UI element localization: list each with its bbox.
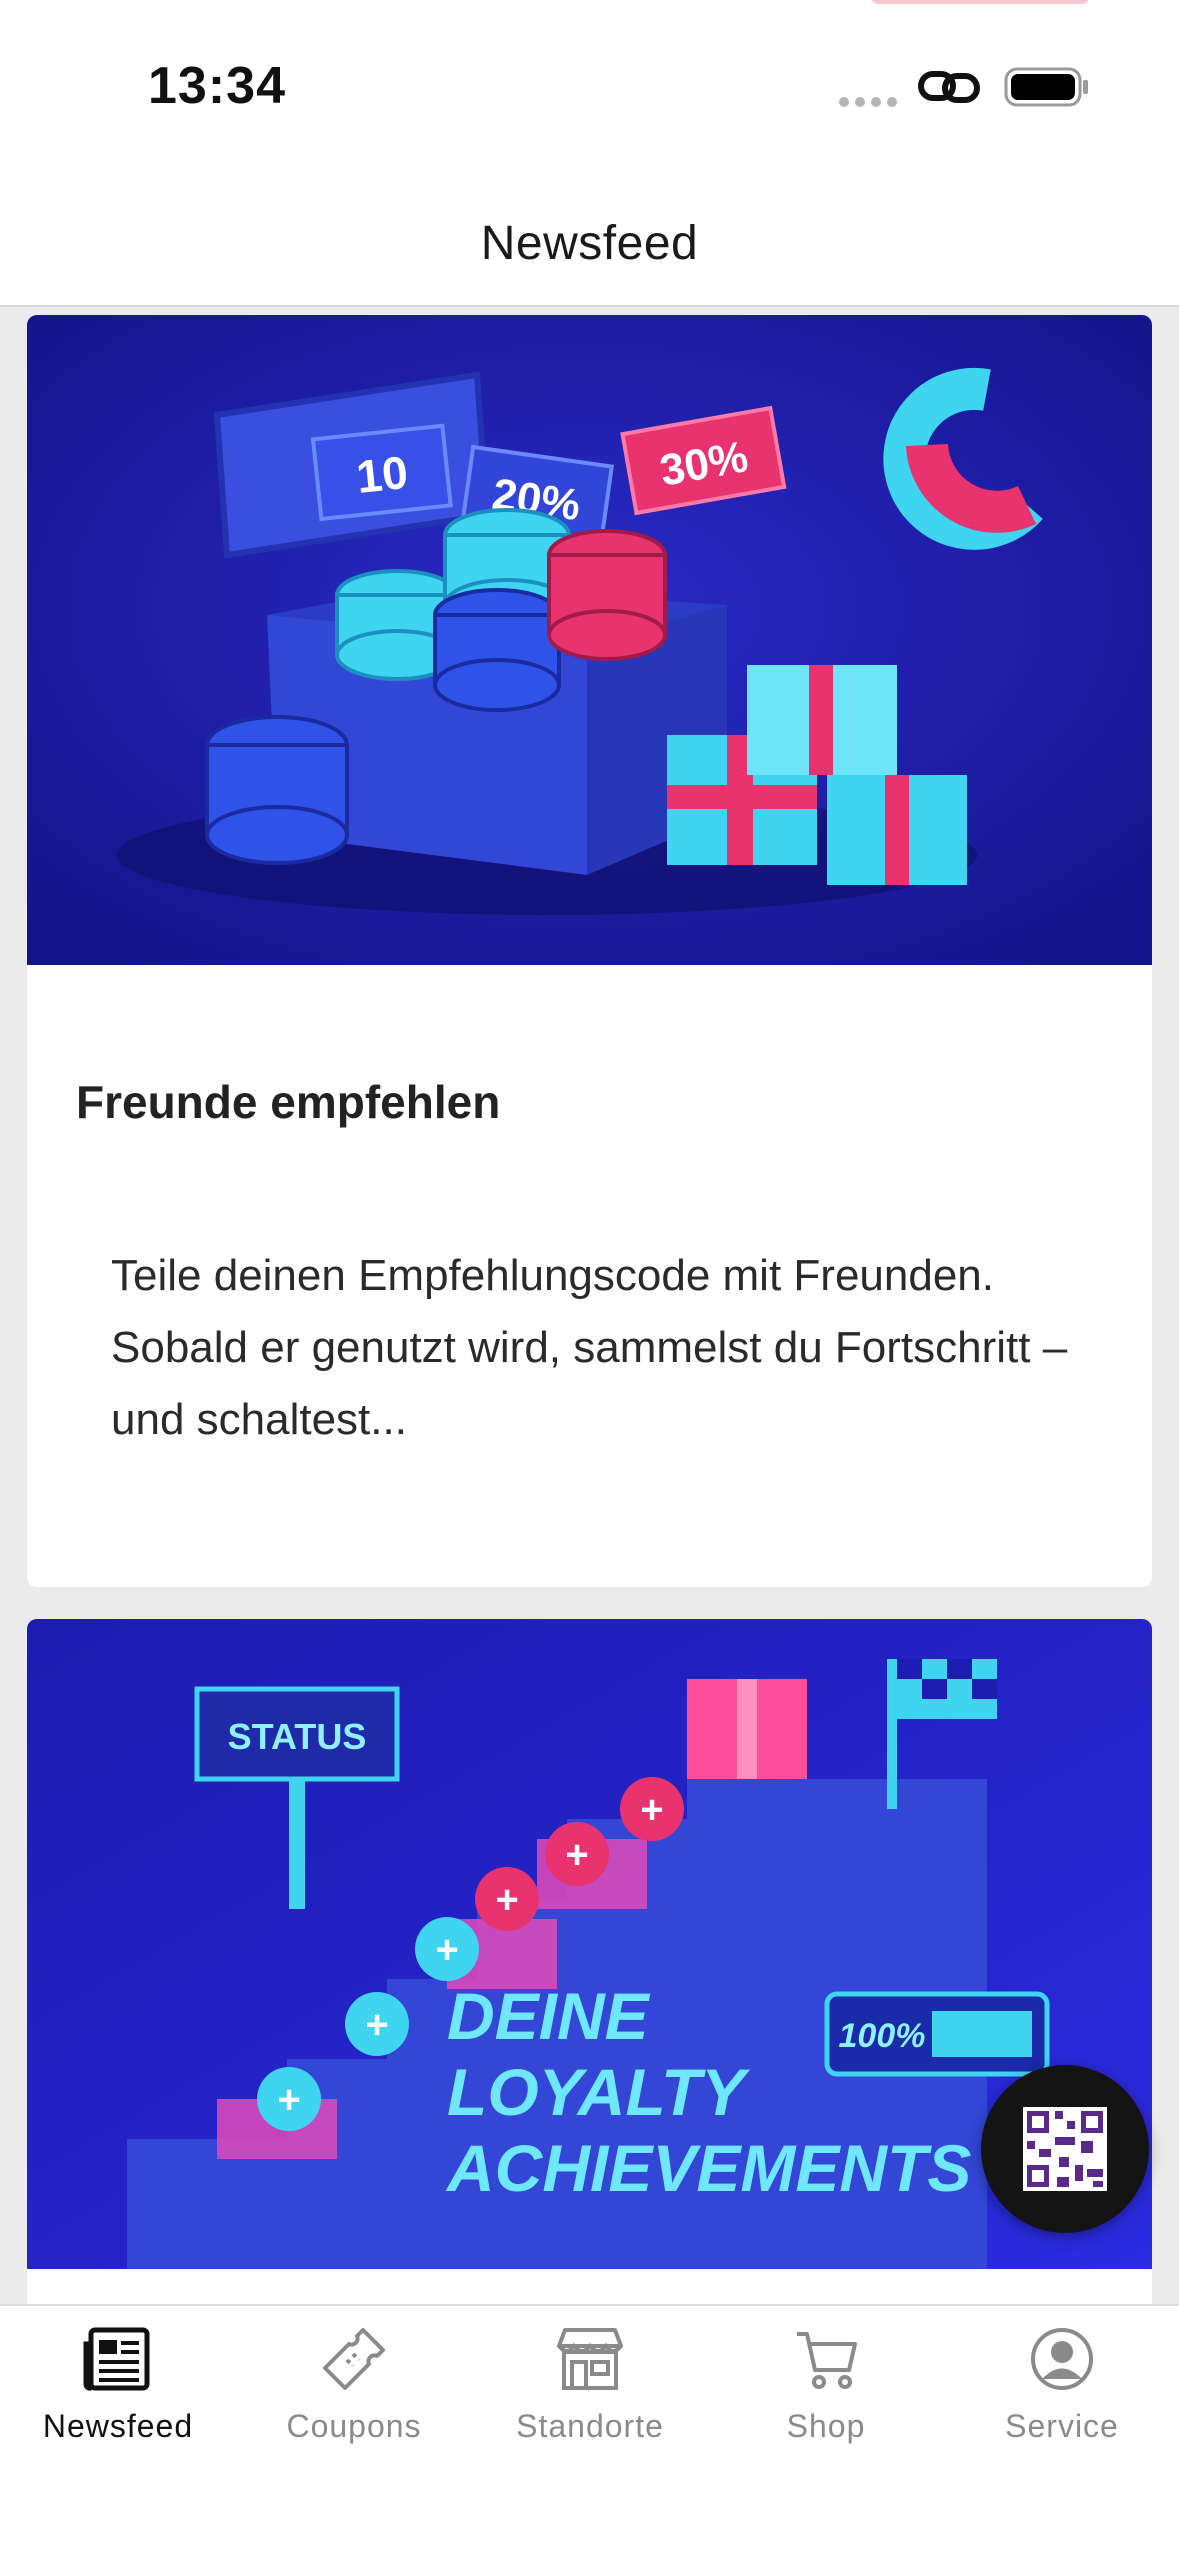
svg-text:+: + [565, 1833, 588, 1877]
store-icon [557, 2328, 623, 2390]
bottom-tab-bar: Newsfeed Coupons Standorte Shop Service [0, 2304, 1179, 2558]
tab-newsfeed[interactable]: Newsfeed [0, 2324, 236, 2464]
newspaper-icon [83, 2327, 150, 2391]
newsfeed-list[interactable]: 10 20% 30% Freunde empfehlen Teile deine… [0, 307, 1179, 2304]
tab-label: Standorte [516, 2408, 664, 2444]
tab-label: Shop [786, 2408, 866, 2444]
tab-label: Newsfeed [42, 2408, 194, 2444]
home-indicator [0, 2538, 1179, 2558]
qr-code-icon [1023, 2107, 1107, 2191]
recording-indicator [870, 0, 1090, 4]
tab-shop[interactable]: Shop [708, 2324, 944, 2464]
card-title: Freunde empfehlen [76, 1076, 501, 1128]
banner-headline-line: LOYALTY [447, 2055, 750, 2129]
svg-text:+: + [640, 1788, 663, 1832]
battery-icon [1004, 67, 1088, 107]
progress-label: 100% [839, 2017, 926, 2055]
tab-coupons[interactable]: Coupons [236, 2324, 472, 2464]
link-icon [918, 71, 980, 103]
ticket-label: 10 [354, 446, 410, 503]
treasure-chest-coupons-image: 10 20% 30% [27, 315, 1152, 965]
navigation-bar: Newsfeed [0, 170, 1179, 307]
svg-text:+: + [365, 2003, 388, 2047]
news-card-refer-friends[interactable]: 10 20% 30% Freunde empfehlen Teile deine… [27, 315, 1152, 1587]
cellular-signal-icon [839, 97, 897, 107]
tab-standorte[interactable]: Standorte [472, 2324, 708, 2464]
ticket-icon [323, 2328, 385, 2390]
banner-headline-line: DEINE [447, 1979, 651, 2053]
status-sign-text: STATUS [228, 1716, 367, 1757]
status-bar: 13:34 [0, 0, 1179, 170]
page-title: Newsfeed [480, 217, 699, 270]
tab-label: Service [1005, 2408, 1119, 2444]
svg-text:+: + [277, 2078, 300, 2122]
qr-code-button[interactable] [981, 2065, 1149, 2233]
tab-service[interactable]: Service [944, 2324, 1179, 2464]
status-time: 13:34 [148, 57, 286, 115]
svg-text:+: + [495, 1878, 518, 1922]
user-circle-icon [1031, 2328, 1093, 2390]
svg-text:+: + [435, 1928, 458, 1972]
news-card-loyalty-achievements[interactable]: + + + + + + STATUS DEINE LOYALTY ACHIEVE… [27, 1619, 1152, 2304]
banner-headline-line: ACHIEVEMENTS [445, 2131, 971, 2205]
cart-icon [797, 2332, 857, 2389]
card-description: Teile deinen Empfehlungscode mit Freunde… [111, 1251, 1068, 1444]
tab-label: Coupons [286, 2408, 422, 2444]
